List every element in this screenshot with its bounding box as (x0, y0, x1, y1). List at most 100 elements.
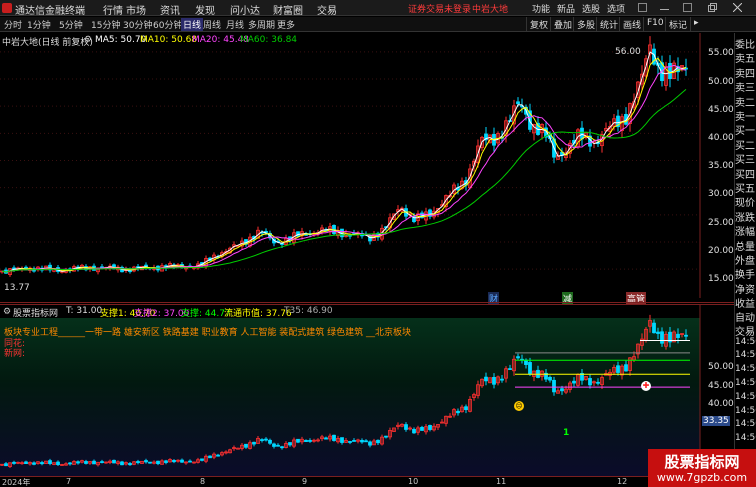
tab-30min[interactable]: 30分钟 (123, 18, 152, 31)
low-price-label: 13.77 (4, 283, 30, 293)
x-axis-label: 9 (302, 477, 308, 486)
restore-icon[interactable] (708, 3, 717, 12)
quote-field-label: 外盘 (735, 256, 755, 267)
tool-multi-stock[interactable]: 多股 (573, 17, 598, 31)
minimize-icon[interactable] (660, 3, 669, 10)
quote-field-label: 买一 (735, 126, 755, 138)
quote-field-label: 换手 (735, 270, 755, 282)
quote-field-label: 卖一 (735, 112, 755, 123)
high-price-label: 56.00 (615, 47, 641, 57)
tab-15min[interactable]: 15分钟 (91, 18, 120, 31)
auto-trade-label[interactable]: 自动 (735, 309, 756, 324)
tool-expand-icon[interactable]: ▸ (690, 17, 704, 31)
candle-body (676, 333, 680, 338)
menu-exchange[interactable]: 市场 (126, 2, 146, 17)
candle-body (364, 440, 368, 443)
close-icon[interactable] (732, 2, 743, 13)
ma5-line (1, 51, 687, 273)
candle-body (208, 455, 212, 459)
login-status[interactable]: 证券交易未登录 (408, 2, 471, 15)
sub-y-axis-label: 40.00 (708, 399, 734, 409)
x-axis-label: 12 (617, 477, 628, 486)
y-axis-label: 25.00 (708, 218, 734, 228)
tick-time: 14:50 (735, 350, 756, 361)
candle-body (264, 438, 268, 441)
candle-body (552, 379, 556, 393)
quote-field-label: 涨幅 (735, 227, 755, 239)
candle-body (308, 440, 312, 442)
x-axis-label: 2024年 (2, 478, 31, 487)
candle-body (348, 441, 352, 443)
title-bar: 通达信金融终端 行情 市场 资讯 发现 问小达 财富圈 交易 证券交易未登录 中… (0, 0, 756, 17)
plus-icon: ✚ (641, 381, 651, 391)
tab-1min[interactable]: 1分钟 (27, 18, 51, 31)
candle-body (280, 446, 284, 449)
candle-body (404, 424, 408, 430)
candle-body (588, 378, 592, 386)
tab-monthly[interactable]: 月线 (226, 18, 244, 31)
signal-marker: 1 (563, 428, 570, 438)
tool-mark[interactable]: 标记 (665, 17, 690, 31)
tool-adjust[interactable]: 复权 (526, 17, 551, 31)
quote-field-label: 卖四 (735, 68, 755, 80)
menu-market[interactable]: 行情 (103, 2, 123, 17)
tab-minute[interactable]: 分时 (4, 18, 22, 31)
candle-body (48, 460, 52, 464)
menu-discover[interactable]: 发现 (195, 2, 215, 17)
watermark: 股票指标网 www.7gpzb.com (648, 449, 756, 487)
menu-trade[interactable]: 交易 (317, 2, 337, 17)
menu-wealth[interactable]: 财富圈 (273, 2, 303, 17)
candle-body (324, 437, 328, 440)
tick-time: 14:50 (735, 364, 756, 375)
quote-field-label: 委比 (735, 40, 755, 51)
tool-overlay[interactable]: 叠加 (550, 17, 575, 31)
candlestick-chart[interactable] (0, 33, 734, 298)
tool-select-stock[interactable]: 选股 (582, 2, 600, 15)
quote-field-label: 买五 (735, 184, 755, 195)
y-axis-label: 40.00 (708, 133, 734, 143)
candle-body (268, 439, 272, 444)
candle-body (180, 459, 184, 463)
candle-body (516, 101, 520, 105)
x-axis: 2024年 7 8 9 10 11 12 (0, 476, 734, 487)
app-logo-icon (2, 3, 12, 13)
quote-field-label: 净资 (735, 284, 755, 296)
candle-body (128, 463, 132, 466)
tab-multi-period[interactable]: 多周期 (248, 18, 275, 31)
auto-trade-label[interactable]: 交易 (735, 323, 756, 338)
tab-weekly[interactable]: 周线 (203, 18, 221, 31)
tool-draw-line[interactable]: 画线 (619, 17, 644, 31)
sub-y-axis-label: 50.00 (708, 362, 734, 372)
tool-function[interactable]: 功能 (532, 2, 550, 15)
skin-icon[interactable] (638, 3, 647, 12)
candle-body (660, 331, 664, 344)
maximize-icon[interactable] (683, 3, 692, 12)
candle-body (304, 439, 308, 442)
tab-60min[interactable]: 60分钟 (153, 18, 182, 31)
menu-ask[interactable]: 问小达 (230, 2, 260, 17)
tab-more[interactable]: 更多 (277, 18, 295, 31)
tool-f10[interactable]: F10 (643, 17, 667, 31)
candle-body (100, 461, 104, 463)
quote-field-label: 现价 (735, 198, 755, 210)
tool-new[interactable]: 新品 (557, 2, 575, 15)
menu-news[interactable]: 资讯 (160, 2, 180, 17)
tab-5min[interactable]: 5分钟 (59, 18, 83, 31)
tab-daily[interactable]: 日线 (181, 18, 204, 31)
candle-body (384, 435, 388, 438)
y-axis-label: 45.00 (708, 105, 734, 115)
candle-body (668, 62, 672, 80)
y-axis-label: 30.00 (708, 189, 734, 199)
candle-body (112, 459, 116, 464)
quote-field-label: 总量 (735, 241, 755, 253)
candle-body (368, 441, 372, 446)
tick-time: 14:50 (735, 391, 756, 402)
candle-body (572, 380, 576, 384)
pane-divider[interactable] (0, 302, 734, 303)
sector-text: 板块专业工程______一带一路 雄安新区 铁路基建 职业教育 人工智能 装配式… (4, 328, 412, 338)
quote-field-label: 涨跌 (735, 212, 755, 224)
candle-body (456, 410, 460, 414)
tool-stats[interactable]: 统计 (596, 17, 621, 31)
tool-options[interactable]: 选项 (607, 2, 625, 15)
candle-body (500, 378, 504, 381)
